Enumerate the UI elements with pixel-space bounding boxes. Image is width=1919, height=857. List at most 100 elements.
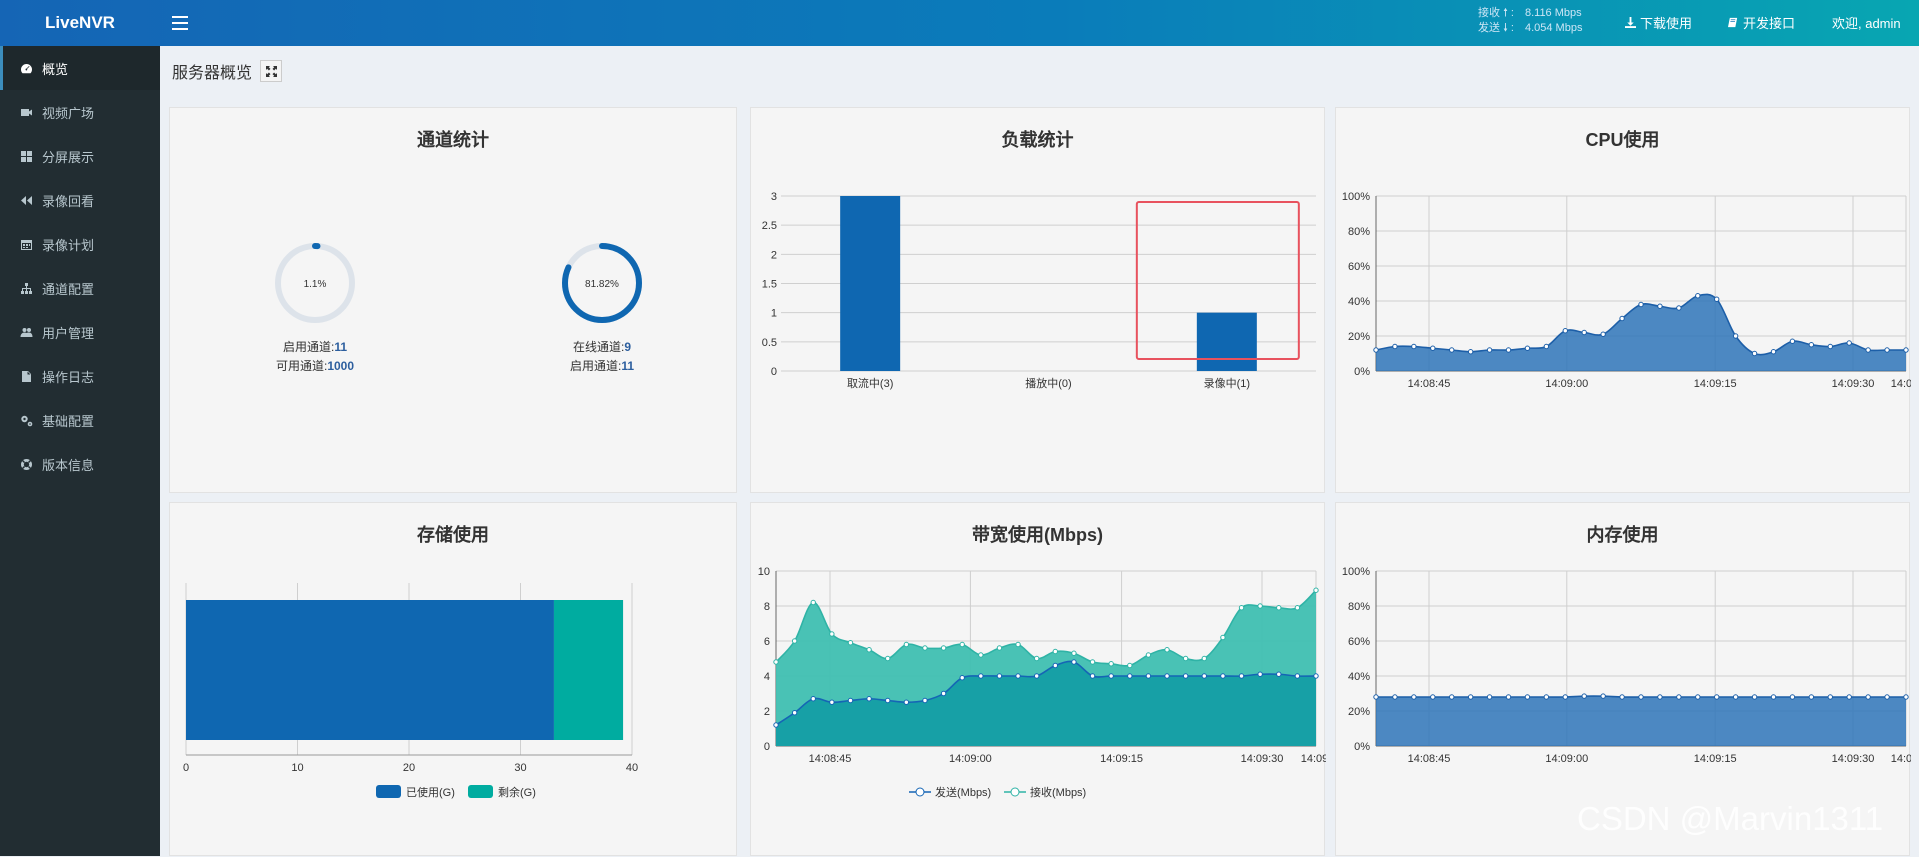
data-point[interactable] (1145, 673, 1152, 679)
data-point[interactable] (1562, 694, 1568, 700)
data-point[interactable] (810, 696, 816, 702)
data-point[interactable] (1220, 673, 1226, 679)
data-point[interactable] (1127, 662, 1133, 669)
download-link[interactable]: 下载使用 (1625, 13, 1692, 32)
data-point[interactable] (1071, 650, 1077, 656)
hamburger-icon[interactable] (172, 12, 188, 34)
data-point[interactable] (773, 659, 779, 665)
data-point[interactable] (1294, 673, 1301, 679)
stack-bar[interactable] (186, 600, 554, 740)
data-point[interactable] (1486, 347, 1493, 353)
data-point[interactable] (1373, 694, 1379, 700)
data-point[interactable] (773, 722, 779, 728)
data-point[interactable] (1313, 673, 1319, 679)
data-point[interactable] (1276, 671, 1282, 677)
dev-api-link[interactable]: 开发接口 (1728, 13, 1795, 32)
expand-button[interactable] (260, 60, 283, 82)
data-point[interactable] (1313, 587, 1319, 593)
data-point[interactable] (847, 697, 854, 704)
data-point[interactable] (1676, 305, 1682, 311)
data-point[interactable] (1732, 694, 1739, 700)
data-point[interactable] (1276, 605, 1282, 611)
data-point[interactable] (1600, 331, 1606, 337)
data-point[interactable] (959, 641, 965, 648)
data-point[interactable] (1486, 694, 1493, 700)
sidebar-item[interactable]: 录像回看 (0, 178, 160, 222)
data-point[interactable] (1467, 694, 1474, 700)
data-point[interactable] (903, 699, 910, 705)
data-point[interactable] (1524, 694, 1531, 700)
legend-swatch[interactable] (468, 785, 493, 798)
data-point[interactable] (1449, 694, 1455, 700)
data-point[interactable] (1182, 655, 1189, 662)
data-point[interactable] (1903, 694, 1909, 700)
data-point[interactable] (1789, 338, 1796, 344)
data-point[interactable] (922, 645, 928, 651)
data-point[interactable] (1827, 694, 1833, 700)
data-point[interactable] (1714, 296, 1720, 302)
data-point[interactable] (1808, 342, 1815, 348)
data-point[interactable] (1392, 694, 1398, 700)
data-point[interactable] (1430, 694, 1436, 700)
data-point[interactable] (1294, 605, 1301, 611)
data-point[interactable] (1220, 634, 1226, 641)
data-point[interactable] (959, 675, 965, 681)
data-point[interactable] (1392, 343, 1398, 350)
data-point[interactable] (1430, 345, 1436, 351)
data-point[interactable] (1808, 694, 1815, 700)
data-point[interactable] (978, 652, 984, 658)
data-point[interactable] (791, 710, 798, 716)
data-point[interactable] (1884, 347, 1890, 353)
data-point[interactable] (1015, 641, 1021, 648)
data-point[interactable] (1145, 652, 1152, 658)
sidebar-item[interactable]: 用户管理 (0, 310, 160, 354)
data-point[interactable] (1373, 347, 1379, 353)
data-point[interactable] (1449, 347, 1455, 353)
data-point[interactable] (1638, 694, 1644, 700)
data-point[interactable] (1770, 349, 1777, 355)
data-point[interactable] (866, 696, 872, 702)
data-point[interactable] (1657, 694, 1663, 700)
sidebar-item[interactable]: 视频广场 (0, 90, 160, 134)
sidebar-item[interactable]: 操作日志 (0, 354, 160, 398)
data-point[interactable] (1751, 350, 1758, 357)
data-point[interactable] (1846, 340, 1852, 346)
data-point[interactable] (1467, 349, 1474, 355)
data-point[interactable] (1052, 662, 1059, 669)
user-menu[interactable]: 欢迎, admin (1832, 13, 1901, 32)
sidebar-item[interactable]: 录像计划 (0, 222, 160, 266)
data-point[interactable] (1015, 673, 1021, 679)
data-point[interactable] (1827, 343, 1833, 350)
data-point[interactable] (1089, 659, 1096, 665)
data-point[interactable] (1108, 661, 1114, 667)
app-logo[interactable]: LiveNVR (0, 0, 160, 46)
data-point[interactable] (1600, 693, 1606, 699)
data-point[interactable] (1071, 659, 1077, 665)
bar[interactable] (1196, 312, 1257, 371)
data-point[interactable] (996, 673, 1003, 679)
data-point[interactable] (1108, 673, 1114, 679)
data-point[interactable] (1201, 673, 1207, 679)
data-point[interactable] (1411, 694, 1417, 700)
data-point[interactable] (1751, 694, 1758, 700)
data-point[interactable] (1257, 671, 1263, 677)
data-point[interactable] (1581, 693, 1587, 699)
data-point[interactable] (1089, 673, 1096, 679)
data-point[interactable] (996, 645, 1003, 651)
data-point[interactable] (1865, 347, 1871, 353)
data-point[interactable] (1238, 673, 1245, 679)
sidebar-item[interactable]: 基础配置 (0, 398, 160, 442)
data-point[interactable] (1505, 347, 1512, 353)
data-point[interactable] (1257, 603, 1263, 609)
data-point[interactable] (847, 640, 854, 646)
data-point[interactable] (1164, 673, 1170, 679)
data-point[interactable] (1581, 329, 1587, 336)
sidebar-item[interactable]: 概览 (0, 46, 160, 90)
data-point[interactable] (1052, 648, 1059, 655)
data-point[interactable] (1033, 655, 1040, 662)
data-point[interactable] (1619, 694, 1625, 700)
data-point[interactable] (922, 697, 928, 704)
data-point[interactable] (791, 638, 798, 644)
data-point[interactable] (1732, 333, 1739, 339)
data-point[interactable] (940, 645, 947, 651)
